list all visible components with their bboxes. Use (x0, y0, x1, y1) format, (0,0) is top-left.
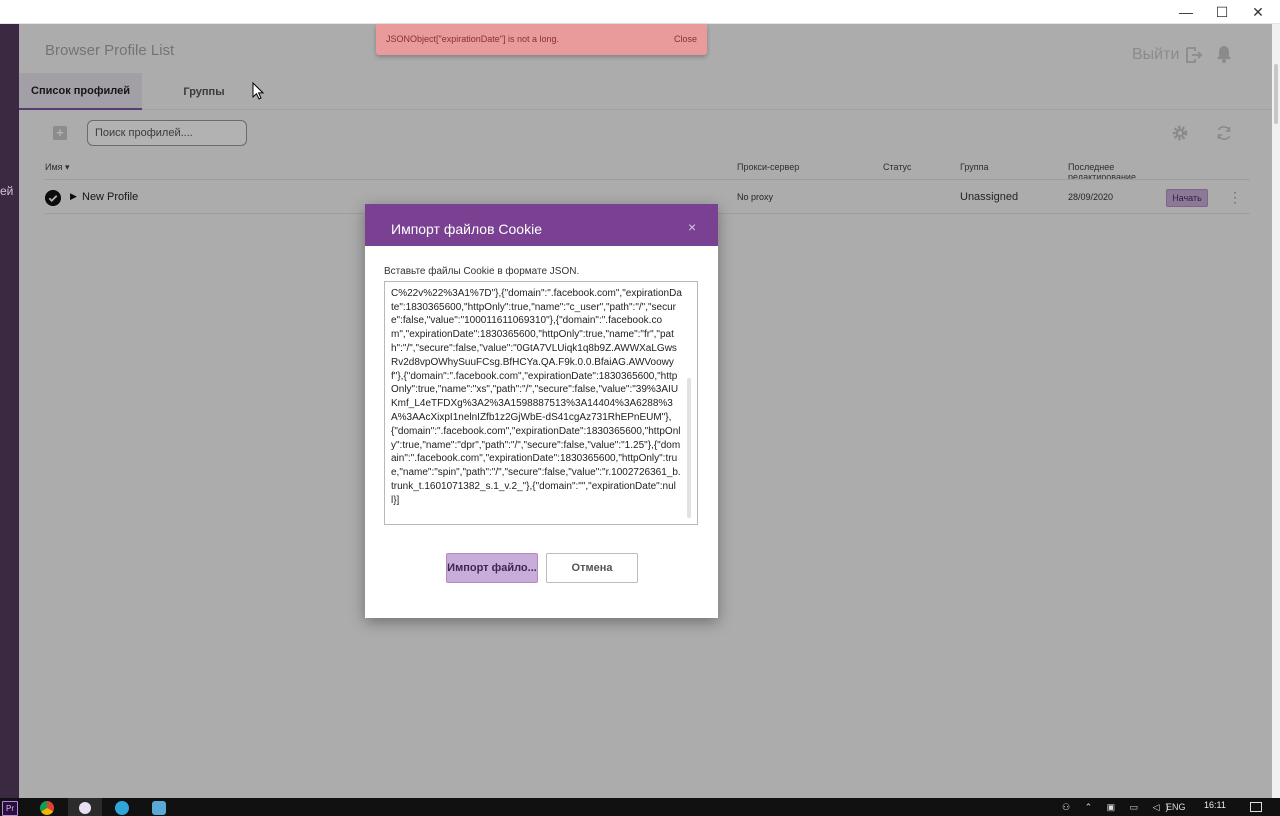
toast-message: JSONObject["expirationDate"] is not a lo… (386, 34, 559, 44)
textarea-scrollbar[interactable] (687, 378, 691, 518)
language-indicator[interactable]: ENG (1166, 802, 1186, 812)
cookie-json-content: 3%22%3A%5B%5D%2C%22utc3%22%3A16007784465… (391, 282, 682, 506)
dialog-instruction: Вставьте файлы Cookie в формате JSON. (384, 266, 580, 277)
scrollbar-thumb[interactable] (1274, 64, 1278, 124)
background-window-text: ей (0, 184, 14, 198)
error-toast: JSONObject["expirationDate"] is not a lo… (376, 24, 707, 55)
import-files-button[interactable]: Импорт файло... (446, 553, 538, 583)
import-cookies-dialog: Импорт файлов Cookie × Вставьте файлы Co… (365, 204, 718, 618)
close-window-button[interactable]: ✕ (1240, 0, 1276, 24)
dialog-header: Импорт файлов Cookie × (365, 204, 718, 246)
premiere-app-icon[interactable]: Pr (2, 801, 18, 816)
pinned-app-icon[interactable] (152, 801, 166, 815)
cookie-json-textarea[interactable]: 3%22%3A%5B%5D%2C%22utc3%22%3A16007784465… (384, 281, 698, 525)
dialog-title: Импорт файлов Cookie (391, 221, 542, 237)
toast-close-button[interactable]: Close (674, 34, 697, 44)
mouse-cursor-icon (252, 82, 264, 100)
maximize-button[interactable]: ☐ (1204, 0, 1240, 24)
notification-center-icon[interactable] (1250, 802, 1262, 812)
chrome-app-icon[interactable] (40, 801, 54, 815)
cancel-button[interactable]: Отмена (546, 553, 638, 583)
dialog-close-icon[interactable]: × (688, 219, 696, 235)
window-scrollbar[interactable] (1272, 24, 1280, 798)
window-titlebar: — ☐ ✕ (0, 0, 1280, 24)
os-taskbar: Pr ⚇ ⌃ ▣ ▭ ◁) ENG 16:11 (0, 798, 1280, 816)
taskbar-clock[interactable]: 16:11 (1204, 800, 1226, 810)
telegram-app-icon[interactable] (115, 801, 129, 815)
background-window-edge: ей (0, 24, 19, 798)
active-app-taskbar-icon[interactable] (68, 798, 102, 816)
system-tray-icons[interactable]: ⚇ ⌃ ▣ ▭ ◁) (1062, 802, 1175, 813)
minimize-button[interactable]: — (1168, 0, 1204, 24)
